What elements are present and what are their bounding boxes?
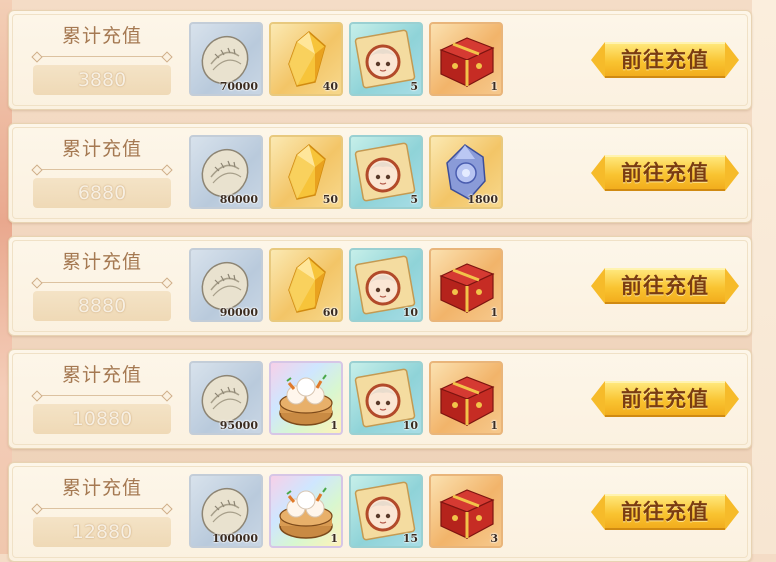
reward-item[interactable]: 1 bbox=[429, 22, 503, 96]
reward-count: 10 bbox=[402, 306, 418, 319]
reward-item[interactable]: 70000 bbox=[189, 22, 263, 96]
reward-item[interactable]: 1 bbox=[269, 474, 343, 548]
reward-count: 50 bbox=[322, 193, 338, 206]
reward-item[interactable]: 80000 bbox=[189, 135, 263, 209]
tier-amount: 8880 bbox=[33, 291, 171, 321]
reward-item[interactable]: 5 bbox=[349, 135, 423, 209]
tier-divider bbox=[31, 390, 173, 402]
reward-item[interactable]: 60 bbox=[269, 248, 343, 322]
reward-count: 80000 bbox=[219, 193, 258, 206]
reward-item[interactable]: 90000 bbox=[189, 248, 263, 322]
tier-info: 累计充值 6880 bbox=[27, 134, 177, 214]
reward-item[interactable]: 1800 bbox=[429, 135, 503, 209]
reward-count: 1 bbox=[490, 419, 498, 432]
reward-item[interactable]: 1 bbox=[429, 361, 503, 435]
go-recharge-button[interactable]: 前往充值 bbox=[591, 38, 739, 82]
reward-item[interactable]: 1 bbox=[269, 361, 343, 435]
reward-item[interactable]: 40 bbox=[269, 22, 343, 96]
reward-count: 95000 bbox=[219, 419, 258, 432]
tier-info: 累计充值 8880 bbox=[27, 247, 177, 327]
background-right-strip bbox=[752, 0, 776, 554]
tier-label: 累计充值 bbox=[61, 138, 142, 160]
reward-count: 10 bbox=[402, 419, 418, 432]
tier-amount: 6880 bbox=[33, 178, 171, 208]
reward-count: 15 bbox=[402, 532, 418, 545]
reward-item[interactable]: 50 bbox=[269, 135, 343, 209]
reward-count: 5 bbox=[410, 193, 418, 206]
recharge-tier-row: 累计充值 12880 100000 1 15 3 前往充值 bbox=[8, 462, 752, 562]
tier-label: 累计充值 bbox=[61, 25, 142, 47]
go-recharge-button[interactable]: 前往充值 bbox=[591, 490, 739, 534]
reward-count: 1 bbox=[330, 419, 338, 432]
tier-label: 累计充值 bbox=[61, 251, 142, 273]
go-recharge-button[interactable]: 前往充值 bbox=[591, 264, 739, 308]
tier-divider bbox=[31, 164, 173, 176]
go-recharge-button-label: 前往充值 bbox=[621, 274, 709, 298]
reward-item[interactable]: 3 bbox=[429, 474, 503, 548]
reward-count: 100000 bbox=[212, 532, 258, 545]
reward-count: 60 bbox=[322, 306, 338, 319]
tier-amount: 3880 bbox=[33, 65, 171, 95]
tier-amount: 10880 bbox=[33, 404, 171, 434]
go-recharge-button[interactable]: 前往充值 bbox=[591, 377, 739, 421]
tier-info: 累计充值 12880 bbox=[27, 473, 177, 553]
reward-count: 70000 bbox=[219, 80, 258, 93]
recharge-tier-row: 累计充值 3880 70000 40 5 1 前往充值 bbox=[8, 10, 752, 110]
tier-divider bbox=[31, 503, 173, 515]
tier-label: 累计充值 bbox=[61, 364, 142, 386]
reward-count: 5 bbox=[410, 80, 418, 93]
reward-count: 1 bbox=[490, 306, 498, 319]
go-recharge-button-label: 前往充值 bbox=[621, 48, 709, 72]
reward-item[interactable]: 1 bbox=[429, 248, 503, 322]
reward-count: 1 bbox=[330, 532, 338, 545]
tier-divider bbox=[31, 277, 173, 289]
recharge-tier-row: 累计充值 10880 95000 1 10 1 前往充值 bbox=[8, 349, 752, 449]
tier-divider bbox=[31, 51, 173, 63]
recharge-tier-row: 累计充值 6880 80000 50 5 1800 前往充值 bbox=[8, 123, 752, 223]
tier-label: 累计充值 bbox=[61, 477, 142, 499]
reward-count: 90000 bbox=[219, 306, 258, 319]
reward-item[interactable]: 100000 bbox=[189, 474, 263, 548]
recharge-tier-row: 累计充值 8880 90000 60 10 1 前往充值 bbox=[8, 236, 752, 336]
reward-count: 3 bbox=[490, 532, 498, 545]
reward-item[interactable]: 15 bbox=[349, 474, 423, 548]
go-recharge-button[interactable]: 前往充值 bbox=[591, 151, 739, 195]
go-recharge-button-label: 前往充值 bbox=[621, 161, 709, 185]
go-recharge-button-label: 前往充值 bbox=[621, 387, 709, 411]
reward-item[interactable]: 5 bbox=[349, 22, 423, 96]
reward-item[interactable]: 10 bbox=[349, 361, 423, 435]
tier-amount: 12880 bbox=[33, 517, 171, 547]
reward-item[interactable]: 10 bbox=[349, 248, 423, 322]
reward-count: 40 bbox=[322, 80, 338, 93]
tier-info: 累计充值 3880 bbox=[27, 21, 177, 101]
reward-count: 1800 bbox=[467, 193, 498, 206]
go-recharge-button-label: 前往充值 bbox=[621, 500, 709, 524]
reward-item[interactable]: 95000 bbox=[189, 361, 263, 435]
tier-info: 累计充值 10880 bbox=[27, 360, 177, 440]
reward-count: 1 bbox=[490, 80, 498, 93]
